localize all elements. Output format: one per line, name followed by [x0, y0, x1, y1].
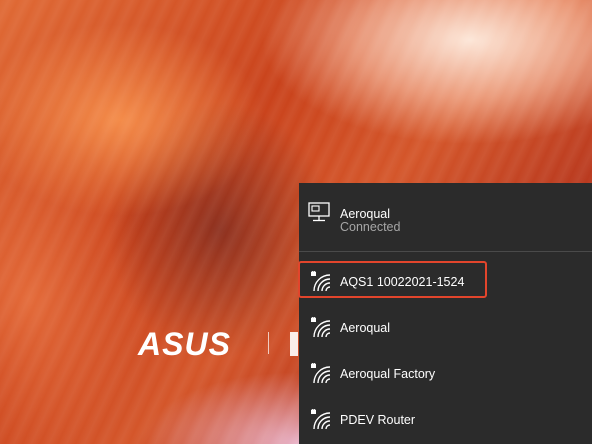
network-name: Aeroqual: [340, 321, 391, 335]
network-item-aqs1[interactable]: AQS1 10022021-1524: [299, 259, 592, 305]
brand-logo: ASUS: [138, 326, 231, 362]
brand-divider: [268, 332, 269, 354]
secured-wifi-icon: [310, 316, 332, 339]
ethernet-monitor-icon: [307, 201, 333, 223]
wifi-flyout: Aeroqual Connected AQS1 10022021-1524 Ae…: [299, 183, 592, 444]
secured-wifi-icon: [310, 362, 332, 385]
brand-mark: [290, 332, 298, 356]
secured-wifi-icon: [310, 408, 332, 431]
network-item-aeroqual[interactable]: Aeroqual: [299, 305, 592, 351]
connected-network[interactable]: Aeroqual Connected: [299, 191, 592, 249]
secured-wifi-icon: [310, 270, 332, 293]
flyout-divider: [299, 251, 592, 252]
network-name: Aeroqual Factory: [340, 367, 436, 381]
network-name: PDEV Router: [340, 413, 416, 427]
connected-network-name: Aeroqual: [340, 207, 391, 221]
network-item-aeroqual-factory[interactable]: Aeroqual Factory: [299, 351, 592, 397]
connected-network-status: Connected: [340, 220, 401, 234]
network-item-pdev-router[interactable]: PDEV Router: [299, 397, 592, 443]
network-name: AQS1 10022021-1524: [340, 275, 465, 289]
